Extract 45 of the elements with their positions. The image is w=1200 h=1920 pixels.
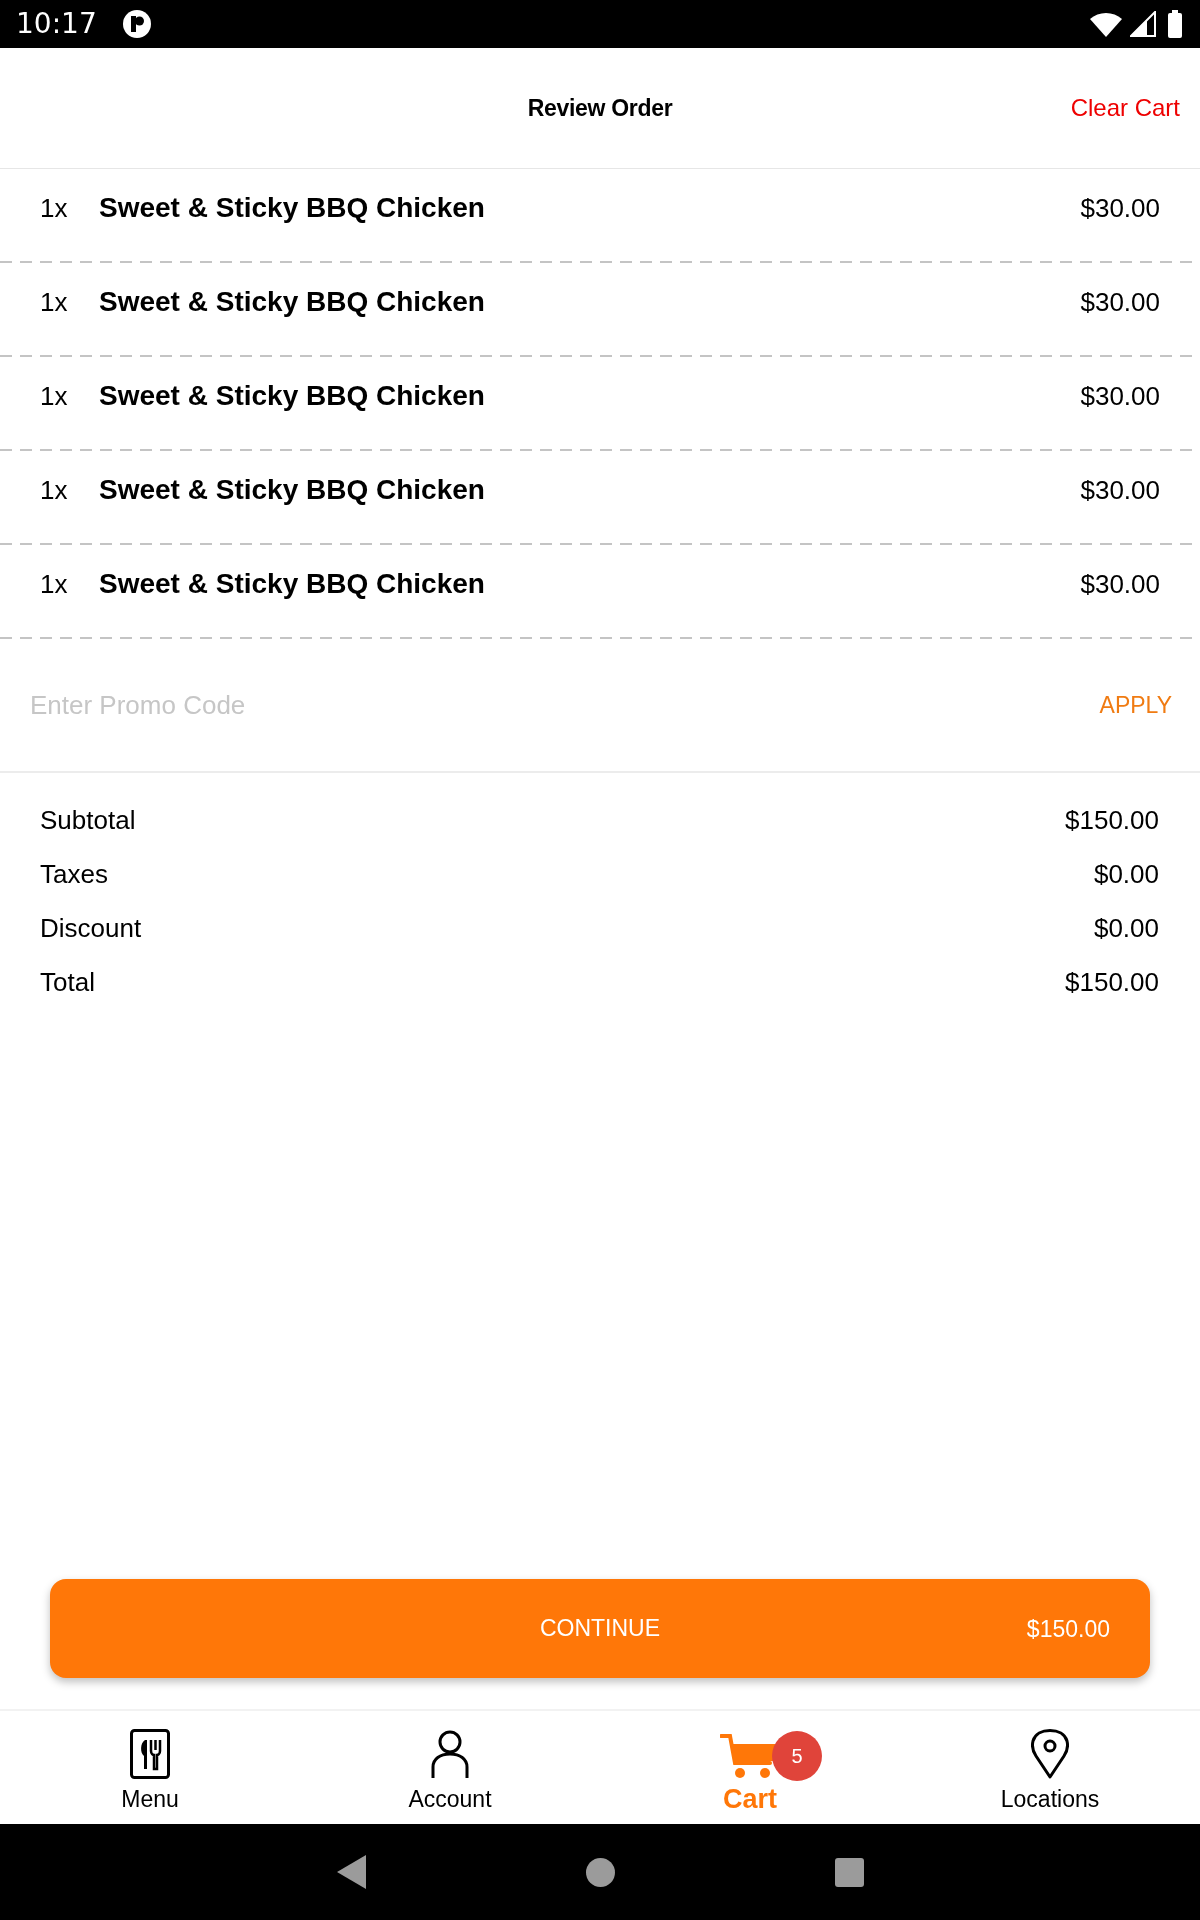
tab-menu[interactable]: Menu [0,1711,300,1824]
item-name: Sweet & Sticky BBQ Chicken [99,473,486,507]
home-icon[interactable] [585,1857,615,1887]
battery-icon [1168,10,1182,38]
summary-value: $0.00 [1093,857,1159,891]
person-icon [430,1729,470,1779]
item-name: Sweet & Sticky BBQ Chicken [99,285,486,319]
signal-icon [1130,11,1156,37]
continue-total-amount: $150.00 [1026,1614,1110,1644]
cutlery-icon [130,1729,170,1779]
continue-button[interactable]: CONTINUE $150.00 [50,1579,1150,1678]
clear-cart-button[interactable]: Clear Cart [1070,93,1180,123]
cart-count-badge: 5 [772,1731,822,1781]
summary-value: $0.00 [1093,911,1159,945]
item-price: $30.00 [1080,474,1160,507]
map-pin-icon [1031,1729,1069,1779]
item-quantity: 1x [40,474,69,507]
item-name: Sweet & Sticky BBQ Chicken [99,567,486,601]
item-name: Sweet & Sticky BBQ Chicken [99,191,486,225]
item-price: $30.00 [1080,568,1160,601]
tab-locations[interactable]: Locations [900,1711,1200,1824]
tab-account[interactable]: Account [300,1711,600,1824]
item-quantity: 1x [40,380,69,413]
item-name: Sweet & Sticky BBQ Chicken [99,379,486,413]
item-quantity: 1x [40,192,69,225]
item-quantity: 1x [40,286,69,319]
recents-icon[interactable] [834,1857,864,1887]
screen-title: Review Order [527,94,673,123]
summary-label: Discount [40,911,142,945]
item-quantity: 1x [40,568,69,601]
summary-label: Total [40,965,95,999]
summary-value: $150.00 [1065,803,1159,837]
summary-label: Taxes [40,857,108,891]
item-price: $30.00 [1080,192,1160,225]
summary-label: Subtotal [40,803,136,837]
item-price: $30.00 [1080,286,1160,319]
item-price: $30.00 [1080,380,1160,413]
wifi-icon [1090,11,1122,37]
notification-icon [122,10,151,38]
summary-value: $150.00 [1065,965,1159,999]
status-time: 10:17 [16,8,97,40]
apply-button[interactable]: APPLY [1099,690,1172,720]
back-icon[interactable] [336,1855,366,1889]
tab-cart[interactable]: 5 Cart [600,1711,900,1824]
promo-code-field[interactable]: Enter Promo Code [30,687,1100,723]
